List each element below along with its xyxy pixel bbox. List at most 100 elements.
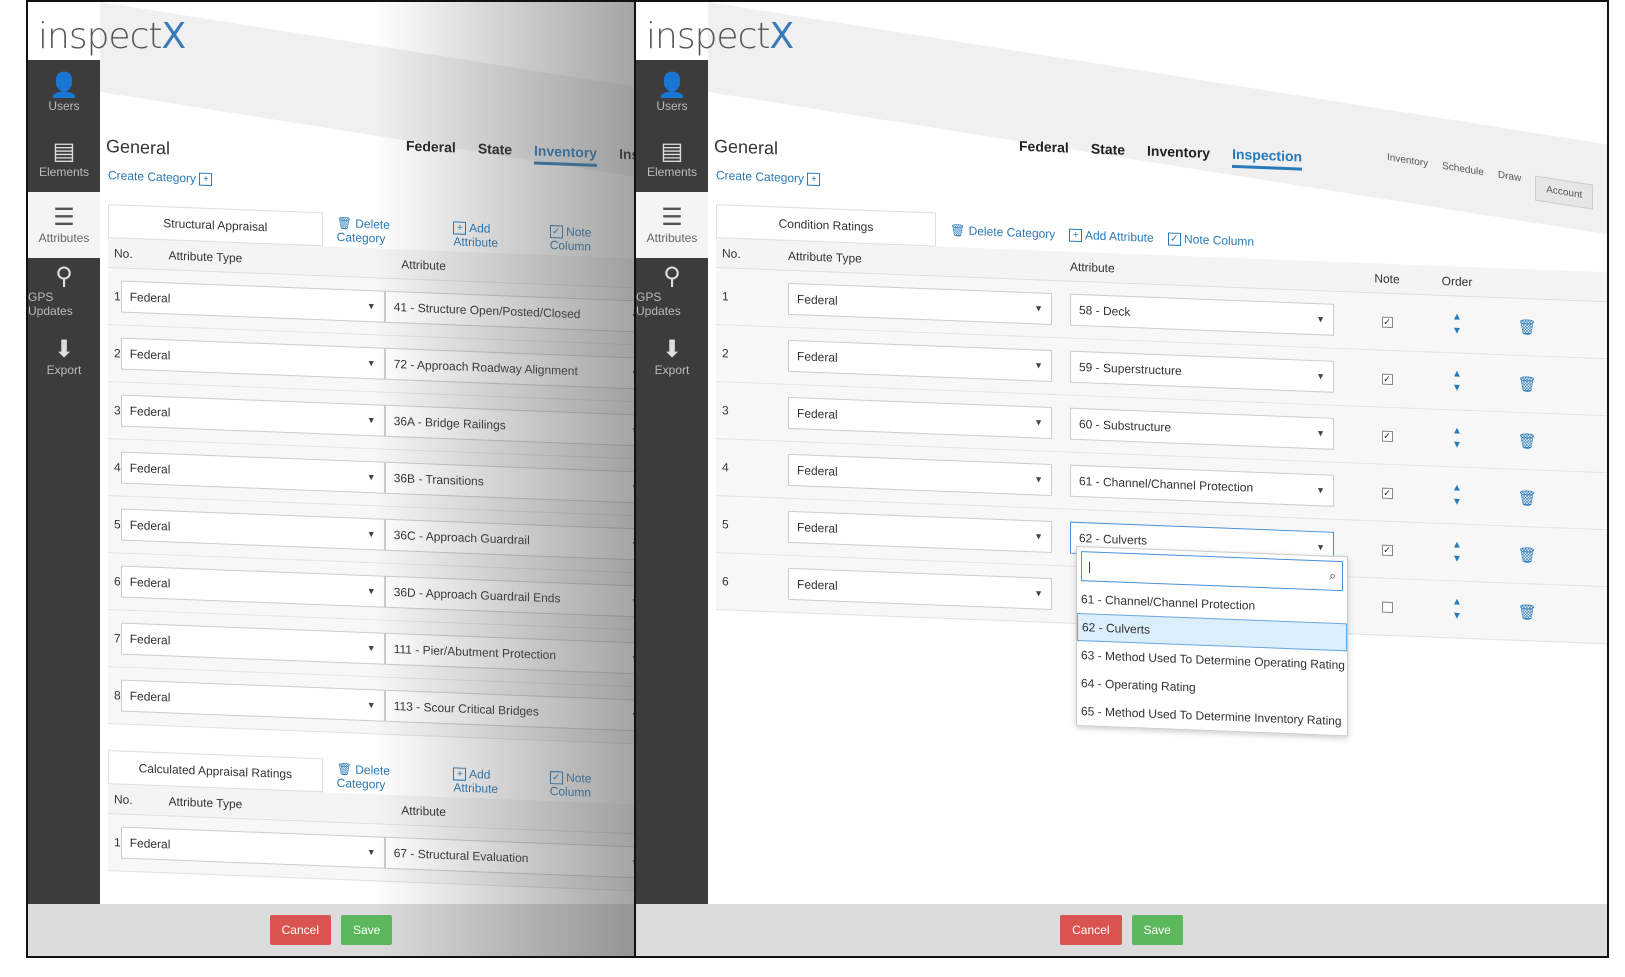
move-up-icon[interactable]: ▲ <box>1452 367 1462 381</box>
tab-state[interactable]: State <box>1091 140 1125 163</box>
trash-icon[interactable]: 🗑 <box>1517 603 1536 622</box>
create-category-link[interactable]: Create Category + <box>716 168 821 187</box>
note-checkbox[interactable]: ✓ <box>1381 430 1393 442</box>
move-up-icon[interactable]: ▲ <box>1452 538 1462 552</box>
move-down-icon[interactable]: ▼ <box>1452 609 1462 623</box>
note-checkbox[interactable]: ✓ <box>1381 373 1393 385</box>
attribute-type-select[interactable]: Federal ▼ <box>120 826 385 869</box>
attribute-select[interactable]: 36D - Approach Guardrail Ends▼ <box>384 575 634 618</box>
note-column-toggle[interactable]: ✓ Note Column <box>549 770 634 802</box>
attribute-select[interactable]: 111 - Pier/Abutment Protection▼ <box>384 632 634 675</box>
move-down-icon[interactable]: ▼ <box>1452 381 1462 395</box>
attribute-select[interactable]: 72 - Approach Roadway Alignment▼ <box>384 347 634 390</box>
attribute-select[interactable]: 113 - Scour Critical Bridges▼ <box>384 689 634 732</box>
attribute-dropdown: | ⌕ 61 - Channel/Channel Protection 62 - … <box>1076 545 1348 737</box>
attribute-type-select[interactable]: Federal ▼ <box>788 396 1052 439</box>
window-inspection: inspectX 👤 Users ▤ Elements ☰ Attributes ⚲ GPS … <box>634 0 1609 958</box>
note-checkbox[interactable] <box>1381 601 1393 613</box>
sidebar-item-elements[interactable]: ▤ Elements <box>636 126 708 192</box>
map-pin-icon: ⚲ <box>663 263 681 290</box>
app-logo: inspectX <box>646 16 794 57</box>
attribute-select[interactable]: 36B - Transitions▼ <box>384 461 634 504</box>
move-down-icon[interactable]: ▼ <box>1452 438 1462 452</box>
attribute-select[interactable]: 36C - Approach Guardrail▼ <box>384 518 634 561</box>
draw-link[interactable]: Draw <box>1498 170 1521 199</box>
attribute-type-select[interactable]: Federal ▼ <box>120 451 385 494</box>
plus-box-icon: + <box>807 172 821 187</box>
add-attribute-button[interactable]: + Add Attribute <box>1069 227 1154 245</box>
save-button[interactable]: Save <box>341 915 393 945</box>
trash-icon[interactable]: 🗑 <box>1517 375 1536 394</box>
tab-state[interactable]: State <box>478 140 512 163</box>
trash-icon[interactable]: 🗑 <box>1517 489 1536 508</box>
add-attribute-button[interactable]: + Add Attribute <box>453 766 535 797</box>
attribute-select[interactable]: 58 - Deck ▼ <box>1070 293 1334 336</box>
tab-inspection[interactable]: Inspection <box>1232 145 1303 171</box>
sidebar-item-users[interactable]: 👤 Users <box>28 60 100 126</box>
attribute-select[interactable]: 59 - Superstructure ▼ <box>1070 350 1334 393</box>
tab-federal[interactable]: Federal <box>406 138 456 162</box>
save-button[interactable]: Save <box>1131 915 1183 945</box>
sidebar-item-elements[interactable]: ▤ Elements <box>28 126 100 192</box>
note-checkbox[interactable]: ✓ <box>1381 487 1393 499</box>
note-column-toggle[interactable]: ✓ Note Column <box>549 224 634 256</box>
download-icon: ⬇ <box>661 336 683 363</box>
add-attribute-button[interactable]: + Add Attribute <box>453 220 535 251</box>
move-down-icon[interactable]: ▼ <box>1452 495 1462 509</box>
tab-inventory[interactable]: Inventory <box>534 142 598 167</box>
sidebar-item-attributes[interactable]: ☰ Attributes <box>28 192 100 258</box>
sidebar-item-attributes[interactable]: ☰ Attributes <box>636 192 708 258</box>
move-up-icon[interactable]: ▲ <box>1452 424 1462 438</box>
move-down-icon[interactable]: ▼ <box>1452 552 1462 566</box>
sidebar-item-export[interactable]: ⬇ Export <box>636 324 708 390</box>
trash-icon[interactable]: 🗑 <box>1517 432 1536 451</box>
cancel-button[interactable]: Cancel <box>1060 915 1122 945</box>
attribute-select[interactable]: 61 - Channel/Channel Protection ▼ <box>1070 464 1334 507</box>
trash-icon[interactable]: 🗑 <box>1517 318 1536 337</box>
note-column-toggle[interactable]: ✓ Note Column <box>1167 231 1254 249</box>
move-up-icon[interactable]: ▲ <box>1452 310 1462 324</box>
footer-bar: Cancel Save <box>28 904 634 956</box>
cancel-button[interactable]: Cancel <box>269 915 331 945</box>
delete-category-button[interactable]: 🗑 Delete Category <box>950 223 1055 241</box>
attribute-type-select[interactable]: Federal ▼ <box>120 280 385 323</box>
sidebar-item-gps-updates[interactable]: ⚲ GPS Updates <box>636 258 708 324</box>
attribute-type-select[interactable]: Federal ▼ <box>120 565 385 608</box>
sidebar-item-export[interactable]: ⬇ Export <box>28 324 100 390</box>
attribute-type-select[interactable]: Federal ▼ <box>788 282 1052 325</box>
attribute-type-select[interactable]: Federal ▼ <box>120 622 385 665</box>
attribute-type-select[interactable]: Federal ▼ <box>120 337 385 380</box>
sidebar-item-gps-updates[interactable]: ⚲ GPS Updates <box>28 258 100 324</box>
move-up-icon[interactable]: ▲ <box>1452 595 1462 609</box>
tab-inventory[interactable]: Inventory <box>1147 143 1210 167</box>
delete-category-button[interactable]: 🗑 Delete Category <box>337 762 440 794</box>
attribute-select[interactable]: 36A - Bridge Railings▼ <box>384 404 634 447</box>
tab-federal[interactable]: Federal <box>1019 138 1069 162</box>
sidebar-item-users[interactable]: 👤 Users <box>636 60 708 126</box>
attribute-type-select[interactable]: Federal ▼ <box>120 394 385 437</box>
attribute-type-select[interactable]: Federal ▼ <box>788 510 1052 553</box>
move-down-icon[interactable]: ▼ <box>1452 324 1462 338</box>
note-checkbox[interactable]: ✓ <box>1381 316 1393 328</box>
sidebar-item-label: GPS Updates <box>28 290 73 318</box>
footer-bar: Cancel Save <box>636 904 1607 956</box>
app-logo: inspectX <box>38 16 186 57</box>
note-checkbox[interactable]: ✓ <box>1381 544 1393 556</box>
chevron-down-icon: ▼ <box>366 472 376 483</box>
attribute-type-select[interactable]: Federal ▼ <box>788 453 1052 496</box>
attribute-select[interactable]: 60 - Substructure ▼ <box>1070 407 1334 450</box>
delete-category-button[interactable]: 🗑 Delete Category <box>337 216 440 248</box>
attribute-select[interactable]: 67 - Structural Evaluation▼ <box>384 836 634 879</box>
create-category-link[interactable]: Create Category + <box>108 168 213 187</box>
attribute-type-select[interactable]: Federal ▼ <box>120 508 385 551</box>
plus-box-icon: + <box>1069 228 1083 243</box>
checkbox-icon: ✓ <box>549 225 563 239</box>
chevron-down-icon: ▼ <box>366 301 376 312</box>
attribute-type-select[interactable]: Federal ▼ <box>788 567 1052 610</box>
attribute-select[interactable]: 41 - Structure Open/Posted/Closed▼ <box>384 290 634 333</box>
attribute-type-select[interactable]: Federal ▼ <box>788 339 1052 382</box>
trash-icon[interactable]: 🗑 <box>1517 546 1536 565</box>
move-up-icon[interactable]: ▲ <box>1452 481 1462 495</box>
dropdown-search-input[interactable]: | ⌕ <box>1081 551 1343 592</box>
attribute-type-select[interactable]: Federal ▼ <box>120 679 385 722</box>
